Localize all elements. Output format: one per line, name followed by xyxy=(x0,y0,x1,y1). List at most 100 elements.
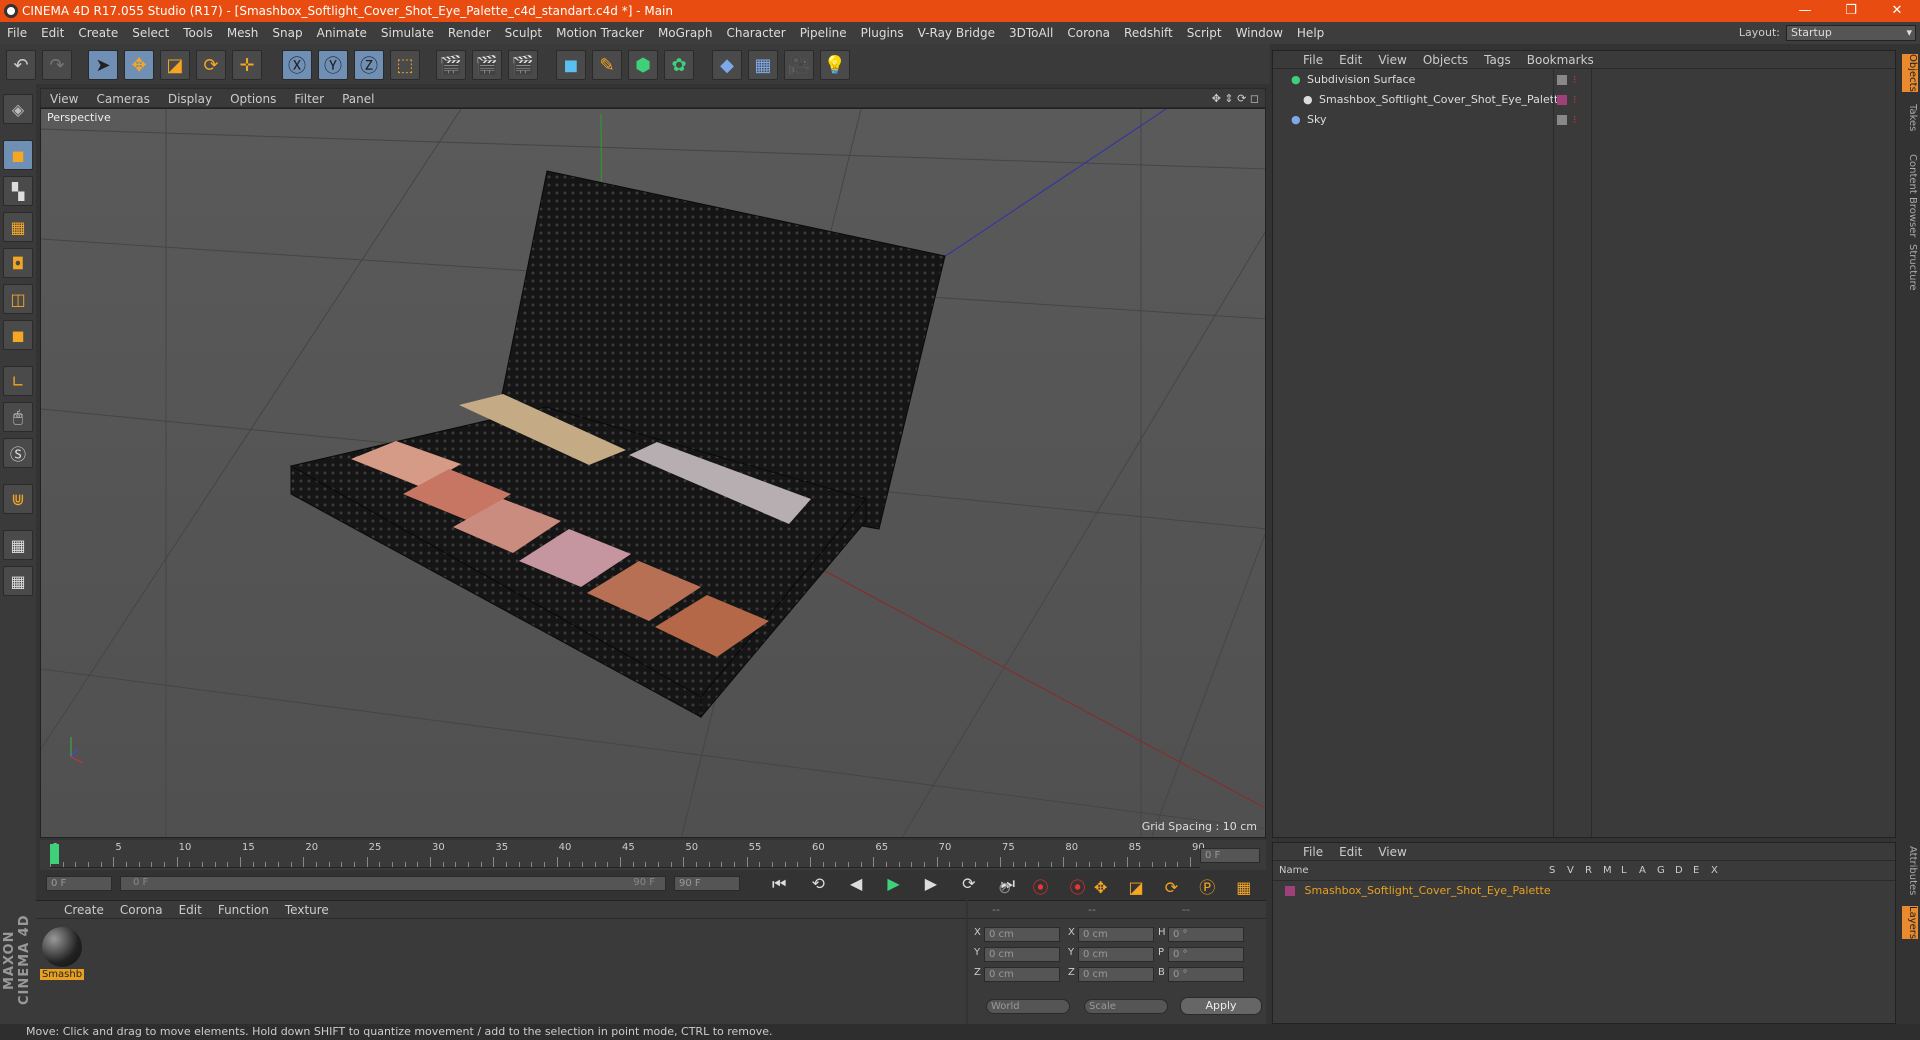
menu-item-window[interactable]: Window xyxy=(1229,22,1290,44)
playhead-marker[interactable] xyxy=(50,844,59,864)
workplane-lock-icon[interactable]: ▦ xyxy=(3,530,33,560)
coordinate-system-icon[interactable]: ⬚ xyxy=(390,50,420,80)
material-menu-edit[interactable]: Edit xyxy=(179,903,202,917)
menu-item-redshift[interactable]: Redshift xyxy=(1117,22,1180,44)
menu-item-render[interactable]: Render xyxy=(441,22,498,44)
timeline-ruler[interactable]: 051015202530354045505560657075808590 0 F xyxy=(40,840,1266,870)
menu-item-file[interactable]: File xyxy=(0,22,34,44)
camera-icon[interactable]: 🎥 xyxy=(784,50,814,80)
menu-item-pipeline[interactable]: Pipeline xyxy=(793,22,854,44)
menu-item-v-ray-bridge[interactable]: V-Ray Bridge xyxy=(911,22,1002,44)
menu-item-corona[interactable]: Corona xyxy=(1060,22,1117,44)
layout-select[interactable]: Startup xyxy=(1786,25,1916,41)
z-axis-lock-icon[interactable]: Ⓩ xyxy=(354,50,384,80)
side-tab-content-browser[interactable]: Content Browser xyxy=(1902,154,1918,237)
coord-b-field[interactable]: 0 cm xyxy=(1078,967,1154,982)
menu-item-script[interactable]: Script xyxy=(1180,22,1229,44)
tag-icon[interactable] xyxy=(1557,95,1567,105)
coord-a-field[interactable]: 0 cm xyxy=(984,927,1060,942)
visibility-dots[interactable]: ⁝ xyxy=(1573,71,1577,89)
render-settings-icon[interactable]: 🎬 xyxy=(508,50,538,80)
solo-mode-icon[interactable]: Ⓢ xyxy=(3,438,33,468)
scale-tool-icon[interactable]: ◪ xyxy=(160,50,190,80)
light-icon[interactable]: 💡 xyxy=(820,50,850,80)
side-tab-objects[interactable]: Objects xyxy=(1902,54,1918,92)
menu-item-create[interactable]: Create xyxy=(71,22,125,44)
viewport-menu-options[interactable]: Options xyxy=(221,89,285,109)
apply-button[interactable]: Apply xyxy=(1180,997,1262,1015)
side-tab-attributes[interactable]: Attributes xyxy=(1902,846,1918,895)
close-button[interactable]: ✕ xyxy=(1874,0,1920,22)
edges-mode-icon[interactable]: ◫ xyxy=(3,284,33,314)
tweak-mode-icon[interactable]: 🖱 xyxy=(3,402,33,432)
layer-menu-file[interactable]: File xyxy=(1303,845,1323,859)
workplane-icon[interactable]: ▦ xyxy=(3,212,33,242)
range-slider[interactable]: 0 F 90 F xyxy=(120,876,666,891)
object-menu-tags[interactable]: Tags xyxy=(1484,53,1511,67)
move-tool-icon[interactable]: ✥ xyxy=(124,50,154,80)
points-mode-icon[interactable]: ◘ xyxy=(3,248,33,278)
side-tab-structure[interactable]: Structure xyxy=(1902,244,1918,291)
menu-item-edit[interactable]: Edit xyxy=(34,22,71,44)
coord-mode-select[interactable]: World xyxy=(986,999,1070,1014)
menu-item-3dtoall[interactable]: 3DToAll xyxy=(1002,22,1060,44)
start-frame-field[interactable]: 0 F xyxy=(46,876,112,891)
viewport-menu-filter[interactable]: Filter xyxy=(285,89,333,109)
tag-icon[interactable] xyxy=(1557,75,1567,85)
coord-c-field[interactable]: 0 ° xyxy=(1168,927,1244,942)
deformer-icon[interactable]: ◆ xyxy=(712,50,742,80)
pen-spline-icon[interactable]: ✎ xyxy=(592,50,622,80)
material-menu-corona[interactable]: Corona xyxy=(120,903,163,917)
side-tab-layers[interactable]: Layers xyxy=(1902,906,1918,940)
menu-item-snap[interactable]: Snap xyxy=(265,22,309,44)
live-selection-icon[interactable]: ✛ xyxy=(232,50,262,80)
render-view-icon[interactable]: 🎬 xyxy=(436,50,466,80)
menu-item-mograph[interactable]: MoGraph xyxy=(651,22,720,44)
menu-item-simulate[interactable]: Simulate xyxy=(374,22,441,44)
menu-item-help[interactable]: Help xyxy=(1290,22,1331,44)
minimize-button[interactable]: — xyxy=(1782,0,1828,22)
end-frame-field[interactable]: 90 F xyxy=(674,876,740,891)
viewport-nav-icons[interactable]: ✥ ⇕ ⟳ ◻ xyxy=(1212,89,1259,109)
viewport-menu-cameras[interactable]: Cameras xyxy=(87,89,158,109)
coord-c-field[interactable]: 0 ° xyxy=(1168,967,1244,982)
coord-b-field[interactable]: 0 cm xyxy=(1078,947,1154,962)
coord-c-field[interactable]: 0 ° xyxy=(1168,947,1244,962)
redo-icon[interactable]: ↷ xyxy=(42,50,72,80)
record-buttons[interactable]: ⊘ ⦿ ⦿ xyxy=(998,874,1094,898)
object-menu-bookmarks[interactable]: Bookmarks xyxy=(1527,53,1594,67)
side-tab-takes[interactable]: Takes xyxy=(1902,104,1918,131)
restore-button[interactable]: ❐ xyxy=(1828,0,1874,22)
cube-primitive-icon[interactable]: ◼ xyxy=(556,50,586,80)
floor-icon[interactable]: ▦ xyxy=(748,50,778,80)
model-mode-icon[interactable]: ◼ xyxy=(3,140,33,170)
object-row[interactable]: ● Subdivision Surface ⁝ xyxy=(1273,71,1895,89)
subdivision-surface-icon[interactable]: ⬢ xyxy=(628,50,658,80)
layer-menu-view[interactable]: View xyxy=(1378,845,1406,859)
material-menu-texture[interactable]: Texture xyxy=(285,903,329,917)
object-row[interactable]: ● Sky ⁝ xyxy=(1273,111,1895,129)
menu-item-character[interactable]: Character xyxy=(719,22,792,44)
layer-row[interactable]: Smashbox_Softlight_Cover_Shot_Eye_Palett… xyxy=(1285,883,1551,899)
viewport-menu-view[interactable]: View xyxy=(41,89,87,109)
coord-a-field[interactable]: 0 cm xyxy=(984,947,1060,962)
menu-item-tools[interactable]: Tools xyxy=(176,22,220,44)
viewport-menu-display[interactable]: Display xyxy=(159,89,221,109)
make-editable-icon[interactable]: ◈ xyxy=(3,94,33,124)
polygons-mode-icon[interactable]: ◼ xyxy=(3,320,33,350)
snap-magnet-icon[interactable]: ⋓ xyxy=(3,484,33,514)
y-axis-lock-icon[interactable]: Ⓨ xyxy=(318,50,348,80)
axis-mode-icon[interactable]: ∟ xyxy=(3,366,33,396)
grid-snap-icon[interactable]: ▦ xyxy=(3,566,33,596)
menu-item-sculpt[interactable]: Sculpt xyxy=(498,22,549,44)
transport-buttons[interactable]: ⏮ ⟲ ◀ ▶ ▶ ⟳ ⏭ xyxy=(772,874,1025,894)
material-thumbnail[interactable] xyxy=(42,927,82,967)
tag-icon[interactable] xyxy=(1557,115,1567,125)
material-menu-create[interactable]: Create xyxy=(64,903,104,917)
render-picture-viewer-icon[interactable]: 🎬 xyxy=(472,50,502,80)
rotate-tool-icon[interactable]: ⟳ xyxy=(196,50,226,80)
object-menu-file[interactable]: File xyxy=(1303,53,1323,67)
object-menu-view[interactable]: View xyxy=(1378,53,1406,67)
layer-menu-edit[interactable]: Edit xyxy=(1339,845,1362,859)
undo-icon[interactable]: ↶ xyxy=(6,50,36,80)
